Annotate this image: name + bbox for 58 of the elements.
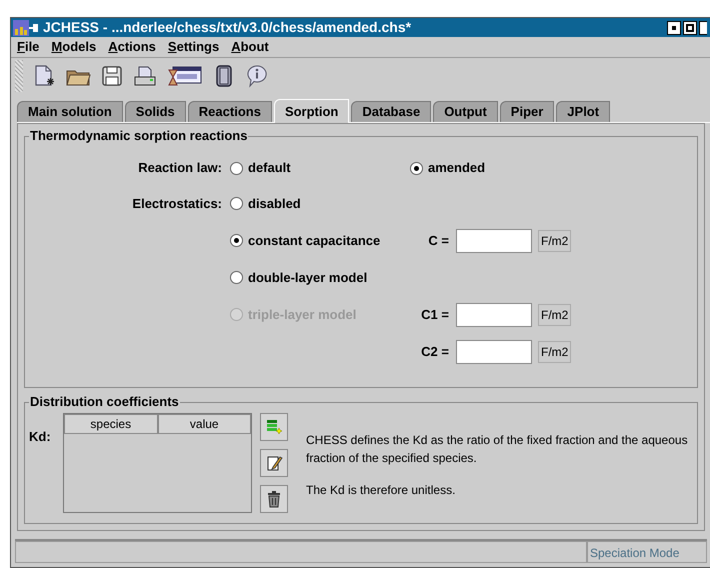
unit-label: F/m2 xyxy=(538,304,572,326)
maximize-button[interactable] xyxy=(683,20,697,34)
input-field[interactable] xyxy=(456,302,532,326)
edit-button[interactable] xyxy=(260,449,288,478)
radio-button[interactable] xyxy=(230,162,243,174)
tab[interactable]: Solids xyxy=(124,101,186,122)
radio-button[interactable] xyxy=(410,162,423,174)
menu-item[interactable]: Settings xyxy=(168,37,220,57)
radio-label[interactable]: constant capacitance xyxy=(248,230,380,250)
add-row-icon xyxy=(265,418,283,436)
description-text: CHESS defines the Kd as the ratio of the fixed fraction and the aqueous fraction of the specified species. xyxy=(306,432,689,468)
description-text: The Kd is therefore unitless. xyxy=(306,482,456,500)
field-label: Reaction law: xyxy=(138,159,222,178)
menu-item[interactable]: Actions xyxy=(108,37,156,57)
field-label: C2 = xyxy=(421,342,449,361)
tab[interactable]: Reactions xyxy=(188,101,272,122)
column-header[interactable]: value xyxy=(158,414,251,434)
printer-icon[interactable] xyxy=(133,65,157,88)
kd-label: Kd: xyxy=(29,428,52,446)
minimize-button[interactable] xyxy=(667,20,681,34)
floppy-icon[interactable] xyxy=(101,65,123,88)
pencil-icon xyxy=(265,454,283,472)
field-label: C = xyxy=(428,232,449,250)
status-mode: Speciation Mode xyxy=(587,541,707,563)
radio-button[interactable] xyxy=(230,234,243,247)
input-field[interactable] xyxy=(456,340,532,364)
toolbar-grip[interactable] xyxy=(15,60,23,92)
close-button[interactable] xyxy=(699,20,707,34)
unit-label: F/m2 xyxy=(538,230,572,252)
tab[interactable]: JPlot xyxy=(556,101,610,122)
window-title: JCHESS - ...nderlee/chess/txt/v3.0/chess/amended.chs* xyxy=(43,18,412,37)
tab[interactable]: Database xyxy=(351,101,432,122)
menu-item[interactable]: About xyxy=(231,37,269,57)
new-document-icon[interactable] xyxy=(33,64,55,88)
unit-label: F/m2 xyxy=(538,340,572,362)
column-header[interactable]: species xyxy=(64,414,158,434)
radio-label[interactable]: double-layer model xyxy=(248,268,368,288)
group-title: Thermodynamic sorption reactions xyxy=(29,128,248,144)
tab[interactable]: Piper xyxy=(500,101,554,122)
tab[interactable]: Main solution xyxy=(17,101,123,122)
window-icon[interactable] xyxy=(167,64,203,88)
input-field[interactable] xyxy=(456,228,532,252)
tab[interactable]: Sorption xyxy=(274,99,350,123)
radio-label[interactable]: amended xyxy=(428,158,486,178)
radio-button[interactable] xyxy=(230,271,243,284)
info-icon[interactable] xyxy=(245,64,269,88)
field-label: Electrostatics: xyxy=(132,194,222,213)
delete-button[interactable] xyxy=(260,485,288,514)
menu-item[interactable]: File xyxy=(17,37,40,57)
app-logo-icon xyxy=(13,20,39,36)
radio-label[interactable]: disabled xyxy=(248,194,301,214)
radio-button[interactable] xyxy=(230,197,243,210)
field-label: C1 = xyxy=(421,306,449,324)
menu-item[interactable]: Models xyxy=(51,37,96,57)
add-row-button[interactable] xyxy=(260,413,288,442)
trash-icon xyxy=(266,490,282,508)
radio-label[interactable]: default xyxy=(248,158,291,178)
tab[interactable]: Output xyxy=(433,101,498,122)
